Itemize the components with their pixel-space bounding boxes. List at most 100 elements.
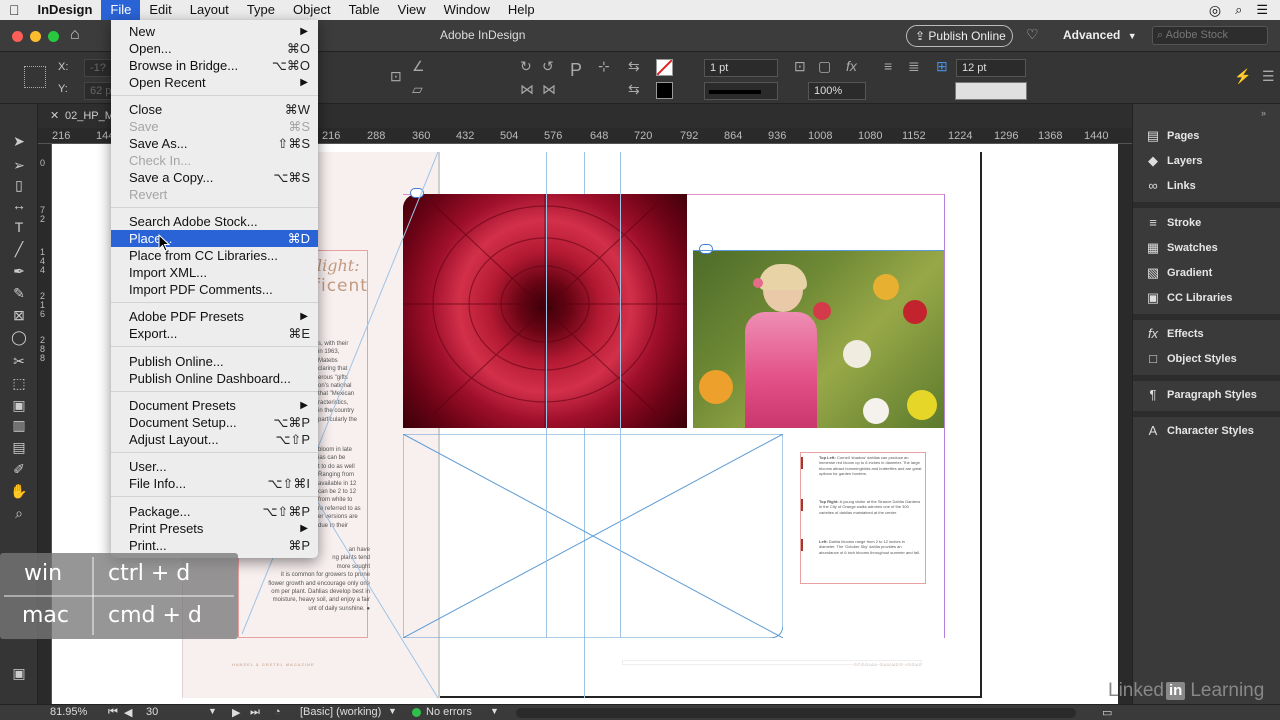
select-previous-icon[interactable]: ⇆ — [628, 58, 640, 75]
pen-tool-icon[interactable]: ✒ — [10, 262, 28, 280]
selection-content-icon[interactable]: P — [570, 60, 582, 81]
style-dropdown-icon[interactable]: ▼ — [388, 706, 397, 716]
horizontal-scrollbar[interactable] — [516, 708, 1076, 718]
type-tool-icon[interactable]: T — [10, 218, 28, 236]
menu-item-adobe-pdf-presets[interactable]: Adobe PDF Presets ▶ — [111, 308, 318, 325]
gradient-swatch-tool-icon[interactable]: ▣ — [10, 396, 28, 414]
panel-paragraph-styles[interactable]: ¶ Paragraph Styles — [1139, 384, 1275, 406]
spotlight-search-icon[interactable]: ⌕ — [1235, 2, 1242, 18]
drop-shadow-icon[interactable]: ▢ — [818, 58, 831, 75]
screen-mode-icon[interactable]: ▣ — [10, 664, 28, 682]
direct-selection-tool-icon[interactable]: ➢ — [10, 156, 28, 174]
link-badge-icon[interactable] — [699, 244, 713, 254]
stroke-weight-field[interactable]: 1 pt — [704, 59, 778, 77]
eyedropper-tool-icon[interactable]: ✐ — [10, 460, 28, 478]
free-transform-tool-icon[interactable]: ⬚ — [10, 374, 28, 392]
girl-photo-frame[interactable] — [693, 250, 944, 428]
select-container-icon[interactable]: ⊹ — [598, 58, 610, 75]
home-icon[interactable]: ⌂ — [70, 26, 80, 44]
gradient-feather-tool-icon[interactable]: ▥ — [10, 416, 28, 434]
style-indicator[interactable]: [Basic] (working) — [300, 706, 381, 718]
rotate-90-ccw-icon[interactable]: ↺ — [542, 58, 554, 75]
previous-page-icon[interactable]: ◀ — [124, 706, 132, 719]
panel-character-styles[interactable]: A Character Styles — [1139, 420, 1275, 442]
menu-item-print-presets[interactable]: Print Presets ▶ — [111, 520, 318, 537]
menu-item-user[interactable]: User... — [111, 458, 318, 475]
menu-item-new[interactable]: New ▶ — [111, 23, 318, 40]
menu-window[interactable]: Window — [435, 0, 499, 20]
menu-item-adjust-layout[interactable]: Adjust Layout... ⌥⇧P — [111, 431, 318, 448]
rotate-icon[interactable]: ∠ — [412, 58, 425, 75]
panel-swatches[interactable]: ▦ Swatches — [1139, 237, 1275, 259]
align-left-icon[interactable]: ≡ — [884, 58, 892, 74]
zoom-level[interactable]: 81.95% — [50, 706, 87, 718]
menu-item-package[interactable]: Package... ⌥⇧⌘P — [111, 503, 318, 520]
fill-swatch[interactable] — [656, 59, 673, 76]
menu-object[interactable]: Object — [284, 0, 340, 20]
creative-cloud-icon[interactable]: ◎ — [1209, 2, 1221, 19]
panel-cc-libraries[interactable]: ▣ CC Libraries — [1139, 287, 1275, 309]
menu-app-name[interactable]: InDesign — [29, 0, 102, 20]
page-tool-icon[interactable]: ▯ — [10, 176, 28, 194]
selection-tool-icon[interactable]: ➤ — [10, 132, 28, 150]
quick-apply-icon[interactable]: ⚡ — [1234, 68, 1251, 85]
stroke-swatch[interactable] — [656, 82, 673, 99]
shear-icon[interactable]: ▱ — [412, 81, 423, 98]
menu-item-save-a-copy[interactable]: Save a Copy... ⌥⌘S — [111, 169, 318, 186]
pencil-tool-icon[interactable]: ✎ — [10, 284, 28, 302]
menu-item-publish-online[interactable]: Publish Online... — [111, 353, 318, 370]
flip-horizontal-icon[interactable]: ⋈ — [520, 81, 534, 98]
caption-text-frame[interactable]: Top Left: Cornell 'shadow' dahlias can p… — [800, 452, 926, 584]
menu-view[interactable]: View — [389, 0, 435, 20]
gap-tool-icon[interactable]: ↔ — [10, 196, 28, 214]
menu-item-save-as[interactable]: Save As... ⇧⌘S — [111, 135, 318, 152]
effects-fx-icon[interactable]: fx — [846, 58, 857, 74]
menu-help[interactable]: Help — [499, 0, 544, 20]
panel-effects[interactable]: fx Effects — [1139, 323, 1275, 345]
opacity-field[interactable]: 100% — [808, 82, 866, 100]
close-window-icon[interactable] — [12, 31, 23, 42]
lightbulb-icon[interactable]: ♡ — [1026, 26, 1039, 43]
select-next-icon[interactable]: ⇆ — [628, 81, 640, 98]
adobe-stock-search-input[interactable]: ⌕ Adobe Stock — [1152, 26, 1268, 45]
panel-layers[interactable]: ◆ Layers — [1139, 150, 1275, 172]
ellipse-tool-icon[interactable]: ◯ — [10, 328, 28, 346]
last-page-icon[interactable]: ⏭ — [250, 706, 260, 719]
menu-item-close[interactable]: Close ⌘W — [111, 101, 318, 118]
zoom-window-icon[interactable] — [48, 31, 59, 42]
rectangle-frame-tool-icon[interactable]: ⊠ — [10, 306, 28, 324]
menu-item-document-setup[interactable]: Document Setup... ⌥⌘P — [111, 414, 318, 431]
menu-item-publish-online-dashboard[interactable]: Publish Online Dashboard... — [111, 370, 318, 387]
panel-stroke[interactable]: ≡ Stroke — [1139, 212, 1275, 234]
preflight-status[interactable]: No errors — [426, 706, 472, 718]
align-center-icon[interactable]: ≣ — [908, 58, 920, 75]
collapse-panels-icon[interactable]: » — [1261, 108, 1266, 118]
apple-icon[interactable]:  — [0, 0, 29, 20]
menu-item-file-info[interactable]: File Info... ⌥⇧⌘I — [111, 475, 318, 492]
menu-item-place-from-cc-libraries[interactable]: Place from CC Libraries... — [111, 247, 318, 264]
menu-item-print[interactable]: Print... ⌘P — [111, 537, 318, 554]
hand-tool-icon[interactable]: ✋ — [10, 482, 28, 500]
menu-item-import-pdf-comments[interactable]: Import PDF Comments... — [111, 281, 318, 298]
frame-fitting-icon[interactable]: ⊡ — [794, 58, 806, 75]
menu-item-browse-in-bridge[interactable]: Browse in Bridge... ⌥⌘O — [111, 57, 318, 74]
notification-center-icon[interactable]: ☰ — [1256, 2, 1268, 18]
page-number-field[interactable]: 30 — [146, 706, 158, 718]
menu-item-search-adobe-stock[interactable]: Search Adobe Stock... — [111, 213, 318, 230]
menu-item-document-presets[interactable]: Document Presets ▶ — [111, 397, 318, 414]
menu-item-import-xml[interactable]: Import XML... — [111, 264, 318, 281]
auto-fit-icon[interactable]: ⊞ — [936, 58, 948, 75]
panel-links[interactable]: ∞ Links — [1139, 175, 1275, 197]
panel-menu-icon[interactable]: ☰ — [1262, 68, 1275, 85]
menu-table[interactable]: Table — [340, 0, 389, 20]
open-page-icon[interactable]: ◔ — [274, 706, 281, 718]
object-style-select[interactable] — [955, 82, 1027, 100]
toggle-view-icon[interactable]: ▭ — [1102, 706, 1112, 719]
menu-item-place[interactable]: Place... ⌘D — [111, 230, 318, 247]
close-tab-icon[interactable]: ✕ — [50, 109, 59, 122]
panel-pages[interactable]: ▤ Pages — [1139, 125, 1275, 147]
zoom-tool-icon[interactable]: ⌕ — [10, 504, 28, 522]
flip-vertical-icon[interactable]: ⋈ — [542, 81, 556, 98]
next-page-icon[interactable]: ▶ — [232, 706, 240, 719]
line-tool-icon[interactable]: ╱ — [10, 240, 28, 258]
